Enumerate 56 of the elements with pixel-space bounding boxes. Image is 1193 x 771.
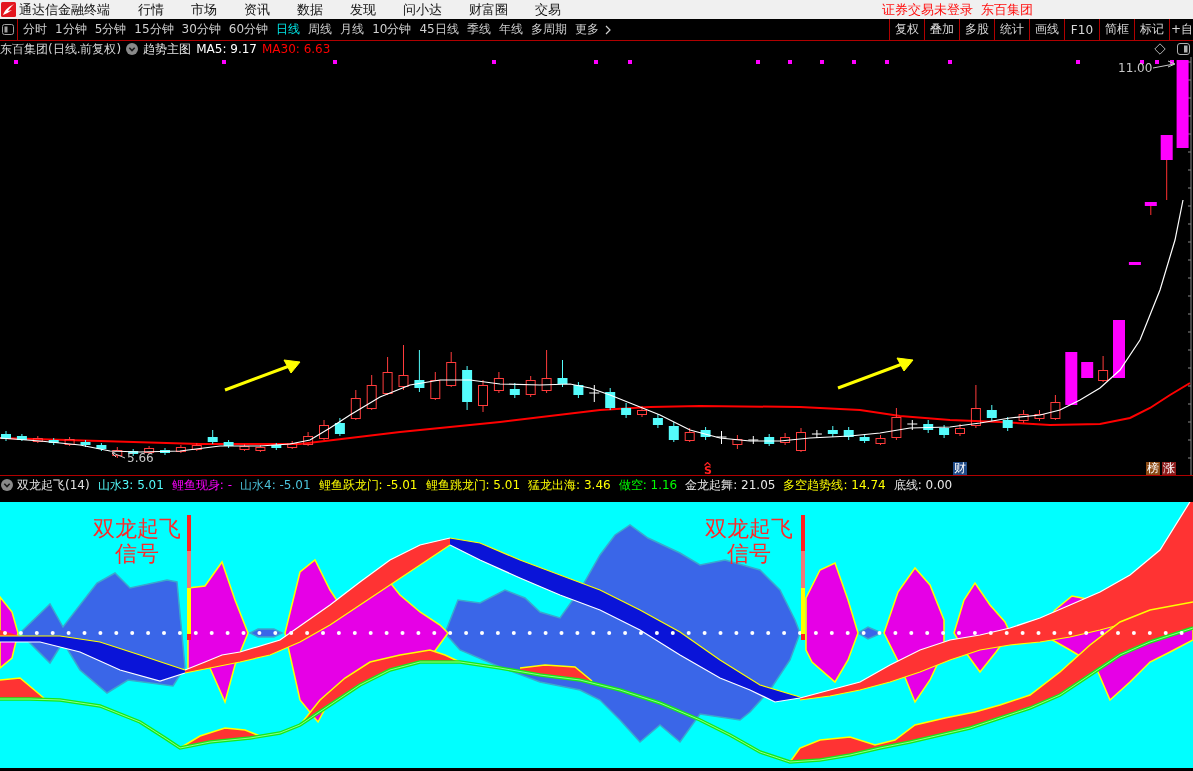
chart-title: 东百集团(日线.前复权) (0, 40, 122, 58)
toolbar-button[interactable]: F10 (1063, 19, 1099, 40)
indicator-value: 鲤鱼现身: - (171, 476, 233, 494)
toolbar-button[interactable]: 多股 (958, 19, 994, 40)
period-tab[interactable]: 周线 (308, 21, 333, 38)
app-logo-icon (1, 2, 16, 17)
period-tab[interactable]: 年线 (498, 21, 523, 38)
toolbar-button[interactable]: 标记 (1133, 19, 1169, 40)
menu-item[interactable]: 市场 (191, 0, 217, 19)
toolbar-button[interactable]: +自 (1168, 19, 1193, 40)
menu-item[interactable]: 问小达 (403, 0, 442, 19)
period-tab[interactable]: 月线 (340, 21, 365, 38)
menu-item[interactable]: 数据 (297, 0, 323, 19)
indicator-value: 鲤鱼跳龙门: 5.01 (425, 476, 521, 494)
indicator-value: 多空趋势线: 14.74 (783, 476, 886, 494)
stock-name: 东百集团 (981, 0, 1033, 19)
indicator-value: MA30: 6.63 (261, 42, 331, 56)
period-tab[interactable]: 1分钟 (55, 21, 87, 38)
menu-item[interactable]: 交易 (535, 0, 561, 19)
indicator-name[interactable]: 双龙起飞(14) (17, 476, 90, 494)
chevron-down-icon[interactable] (126, 43, 139, 55)
panel-toggle-icon[interactable] (2, 24, 14, 35)
indicator-value: 鲤鱼跃龙门: -5.01 (318, 476, 418, 494)
period-tab[interactable]: 45日线 (419, 21, 459, 38)
indicator-value: 金龙起舞: 21.05 (685, 476, 776, 494)
period-tab[interactable]: 日线 (276, 21, 301, 38)
app-name: 通达信金融终端 (19, 0, 110, 19)
toolbar-button[interactable]: 画线 (1028, 19, 1064, 40)
indicator-value: 做空: 1.16 (618, 476, 678, 494)
indicator-value: 山水3: 5.01 (97, 476, 164, 494)
indicator-value: 山水4: -5.01 (240, 476, 311, 494)
panel-toggle-icon[interactable] (1177, 43, 1190, 55)
toolbar-button[interactable]: 统计 (993, 19, 1029, 40)
indicator-value: MA5: 9.17 (196, 42, 257, 56)
period-tab[interactable]: 季线 (466, 21, 491, 38)
chart-template[interactable]: 趋势主图 (143, 40, 192, 58)
toolbar-button[interactable]: 复权 (888, 19, 924, 40)
menu-item[interactable]: 行情 (138, 0, 164, 19)
period-tab[interactable]: 5分钟 (94, 21, 127, 38)
indicator-value: 猛龙出海: 3.46 (528, 476, 611, 494)
diamond-icon[interactable] (1154, 43, 1166, 55)
toolbar-button[interactable]: 简框 (1098, 19, 1134, 40)
more-button[interactable]: 更多 (574, 21, 611, 38)
period-tab[interactable]: 10分钟 (372, 21, 412, 38)
chevron-right-icon (604, 24, 611, 35)
menu-item[interactable]: 发现 (350, 0, 376, 19)
period-tab[interactable]: 15分钟 (134, 21, 174, 38)
menu-item[interactable]: 财富圈 (469, 0, 508, 19)
chevron-down-icon[interactable] (1, 479, 13, 491)
toolbar-button[interactable]: 叠加 (923, 19, 959, 40)
menu-item[interactable]: 资讯 (244, 0, 270, 19)
period-tab[interactable]: 30分钟 (181, 21, 221, 38)
period-tab[interactable]: 60分钟 (228, 21, 269, 38)
period-tab[interactable]: 多周期 (530, 21, 567, 38)
indicator-value: 底线: 0.00 (893, 476, 953, 494)
period-tab[interactable]: 分时 (23, 21, 47, 38)
